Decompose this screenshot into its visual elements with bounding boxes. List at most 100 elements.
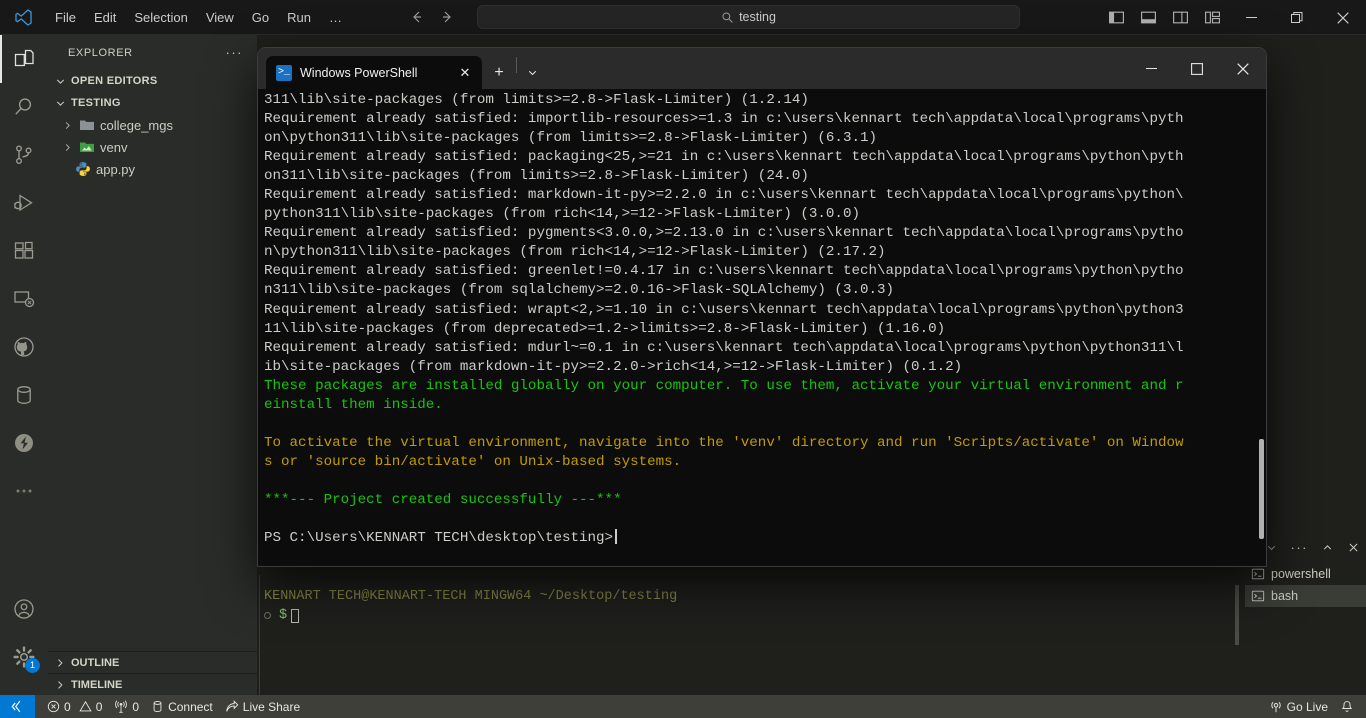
sidebar-item-source-control[interactable] — [0, 131, 48, 179]
gear-icon[interactable]: 1 — [0, 633, 48, 681]
remote-window-indicator[interactable] — [0, 695, 35, 718]
sidebar-item-github[interactable] — [0, 323, 48, 371]
page-title: EXPLORER — [68, 46, 133, 59]
chevron-right-icon — [60, 142, 74, 153]
sidebar-item-explorer[interactable] — [0, 35, 48, 83]
title-bar-right — [1100, 0, 1366, 35]
sidebar-item-thunder-client[interactable] — [0, 419, 48, 467]
folder-icon — [78, 117, 96, 133]
customize-layout-icon[interactable] — [1196, 0, 1228, 35]
terminal-tab-powershell[interactable]: powershell — [1245, 563, 1366, 585]
powershell-window: >_ Windows PowerShell ✕ + 311\lib\site-p… — [258, 48, 1266, 566]
sidebar-section-timeline[interactable]: TIMELINE — [48, 673, 258, 695]
sidebar-section-label: OUTLINE — [71, 656, 120, 669]
sidebar-item-run-and-debug[interactable] — [0, 179, 48, 227]
terminal-line: Requirement already satisfied: pygments<… — [264, 225, 1184, 242]
terminal-line: Requirement already satisfied: importlib… — [264, 111, 1184, 128]
sidebar-item-database[interactable] — [0, 371, 48, 419]
vscode-window: File Edit Selection View Go Run … testin… — [0, 0, 1366, 718]
tree-item-app-py[interactable]: app.py — [48, 158, 257, 180]
terminal-tab-bash[interactable]: bash — [1245, 585, 1366, 607]
tree-item-venv[interactable]: venv — [48, 136, 257, 158]
menu-item-view[interactable]: View — [198, 6, 242, 29]
window-close-button[interactable] — [1320, 0, 1366, 35]
powershell-minimize-button[interactable] — [1128, 48, 1174, 89]
terminal-line: on311\lib\site-packages (from limits>=2.… — [264, 168, 809, 185]
powershell-maximize-button[interactable] — [1174, 48, 1220, 89]
arrow-right-icon[interactable] — [439, 9, 459, 25]
close-panel-icon[interactable] — [1347, 541, 1360, 554]
sidebar-section-label: TESTING — [71, 97, 121, 109]
sidebar-item-remote-explorer[interactable] — [0, 275, 48, 323]
bash-prompt-path: KENNART TECH@KENNART-TECH MINGW64 ~/Desk… — [264, 589, 678, 604]
powershell-tab[interactable]: >_ Windows PowerShell ✕ — [266, 56, 482, 89]
status-dot-icon — [264, 612, 271, 619]
terminal-icon — [1251, 567, 1265, 581]
menu-item-edit[interactable]: Edit — [86, 6, 124, 29]
terminal-tab-label: bash — [1271, 589, 1299, 603]
menu-item-file[interactable]: File — [47, 6, 84, 29]
tree-item-college_mgs[interactable]: college_mgs — [48, 114, 257, 136]
status-live-share[interactable]: Live Share — [219, 695, 306, 718]
status-notifications[interactable] — [1334, 695, 1366, 718]
status-bar-right: Go Live — [1263, 695, 1366, 718]
terminal-line: einstall them inside. — [264, 396, 443, 413]
terminal-line: Requirement already satisfied: packaging… — [264, 149, 1184, 166]
go-live-label: Go Live — [1286, 699, 1328, 714]
window-minimize-button[interactable] — [1228, 0, 1274, 35]
toggle-primary-sidebar-icon[interactable] — [1100, 0, 1132, 35]
menu-item-go[interactable]: Go — [244, 6, 277, 29]
window-maximize-button[interactable] — [1274, 0, 1320, 35]
new-tab-button[interactable]: + — [482, 56, 516, 89]
warning-icon — [79, 700, 92, 713]
terminal-line: s or 'source bin/activate' on Unix-based… — [264, 453, 682, 470]
chevron-down-icon[interactable] — [517, 56, 547, 89]
powershell-scrollbar[interactable] — [1259, 439, 1264, 539]
sidebar-section-outline[interactable]: OUTLINE — [48, 651, 258, 673]
sidebar-section-testing[interactable]: TESTING — [48, 92, 257, 114]
chevron-down-icon[interactable] — [1265, 541, 1278, 554]
terminal-line: 11\lib\site-packages (from deprecated>=1… — [264, 320, 946, 337]
connect-label: Connect — [168, 699, 213, 714]
status-go-live[interactable]: Go Live — [1263, 695, 1334, 718]
menu-item-more[interactable]: … — [321, 6, 350, 29]
sidebar-item-extensions[interactable] — [0, 227, 48, 275]
powershell-close-button[interactable] — [1220, 48, 1266, 89]
chevron-right-icon — [52, 679, 68, 691]
sidebar-item-more[interactable] — [0, 467, 48, 515]
activity-bar: 1 — [0, 35, 48, 695]
toggle-panel-icon[interactable] — [1132, 0, 1164, 35]
command-center[interactable]: testing — [477, 5, 1020, 29]
status-problems[interactable]: 0 0 — [41, 695, 108, 718]
sidebar-section-label: OPEN EDITORS — [71, 75, 158, 87]
terminal-prompt-line: PS C:\Users\KENNART TECH\desktop\testing… — [264, 530, 614, 547]
terminal-line: ***--- Project created successfully ---*… — [264, 491, 622, 508]
terminal-line: python311\lib\site-packages (from rich<1… — [264, 206, 860, 223]
maximize-panel-icon[interactable] — [1321, 541, 1334, 554]
title-bar: File Edit Selection View Go Run … testin… — [0, 0, 1366, 35]
chevron-down-icon — [52, 75, 68, 88]
bash-cursor — [291, 608, 300, 623]
status-connect[interactable]: Connect — [145, 695, 219, 718]
vscode-logo-icon — [0, 8, 46, 27]
menu-item-selection[interactable]: Selection — [126, 6, 195, 29]
sidebar-section-open-editors[interactable]: OPEN EDITORS — [48, 70, 257, 92]
terminal-line: To activate the virtual environment, nav… — [264, 434, 1184, 451]
terminal-line: Requirement already satisfied: wrapt<2,>… — [264, 301, 1184, 318]
accounts-button[interactable] — [0, 585, 48, 633]
status-ports[interactable]: 0 — [108, 695, 145, 718]
powershell-output-body[interactable]: 311\lib\site-packages (from limits>=2.8-… — [258, 89, 1266, 566]
error-count: 0 — [64, 699, 71, 714]
chevron-right-icon — [52, 657, 68, 669]
arrow-left-icon[interactable] — [409, 9, 429, 25]
more-actions-icon[interactable]: ··· — [1291, 540, 1309, 555]
sidebar-item-search[interactable] — [0, 83, 48, 131]
terminal-line: Requirement already satisfied: markdown-… — [264, 187, 1184, 204]
menu-item-run[interactable]: Run — [279, 6, 319, 29]
sidebar-header: EXPLORER ··· — [48, 35, 257, 70]
toggle-secondary-sidebar-icon[interactable] — [1164, 0, 1196, 35]
more-actions-icon[interactable]: ··· — [226, 45, 250, 60]
close-icon[interactable]: ✕ — [456, 65, 474, 81]
terminal-icon — [1251, 589, 1265, 603]
search-icon — [721, 11, 734, 24]
